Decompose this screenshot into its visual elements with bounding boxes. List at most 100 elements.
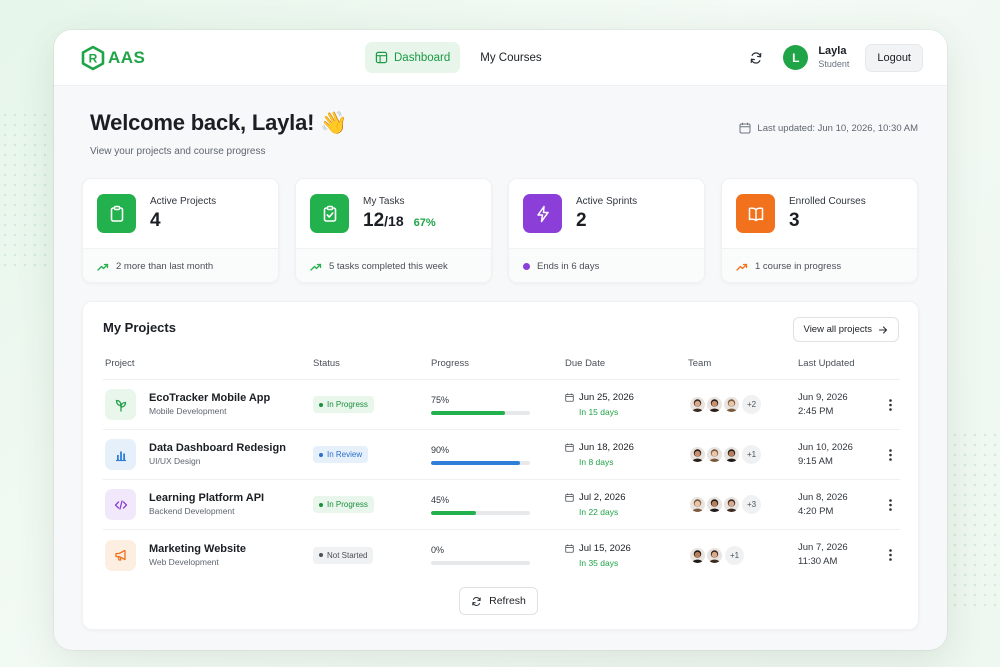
- team-avatars: +1: [688, 530, 744, 580]
- app-window: R AAS Dashboard My Courses L Layla Stude…: [54, 30, 947, 650]
- project-name[interactable]: Learning Platform API: [149, 491, 264, 506]
- more-actions-button[interactable]: [883, 545, 897, 565]
- kebab-menu-icon: [888, 398, 892, 411]
- stat-card-my-tasks[interactable]: My Tasks 12/18 67% 5 tasks completed this…: [295, 178, 492, 283]
- status-badge: In Review: [313, 446, 369, 463]
- stat-label: Active Sprints: [576, 195, 638, 207]
- progress-fill: [431, 460, 521, 465]
- status-badge: In Progress: [313, 496, 374, 513]
- progress-value: 75%: [431, 394, 450, 405]
- calendar-icon: [565, 543, 574, 553]
- user-avatar[interactable]: L: [783, 45, 809, 70]
- due-date: Jul 15, 2026: [579, 542, 631, 554]
- progress-value: 45%: [431, 494, 450, 505]
- project-name[interactable]: Data Dashboard Redesign: [149, 441, 286, 456]
- due-in: In 15 days: [579, 407, 619, 417]
- refresh-button[interactable]: Refresh: [459, 587, 538, 615]
- calendar-icon: [739, 122, 751, 134]
- stat-card-active-projects[interactable]: Active Projects 4 2 more than last month: [82, 178, 279, 283]
- team-more-count[interactable]: +1: [742, 445, 761, 464]
- trend-up-icon: [310, 263, 322, 271]
- updated-time: 4:20 PM: [798, 505, 834, 517]
- background-dots: [0, 110, 60, 270]
- logo[interactable]: R AAS: [80, 45, 145, 71]
- table-row-ecotracker-mobile-app[interactable]: EcoTracker Mobile App Mobile Development…: [103, 380, 900, 430]
- more-actions-button[interactable]: [883, 395, 897, 415]
- trend-up-icon: [97, 263, 109, 271]
- team-avatars: +1: [688, 430, 761, 479]
- progress-bar: [431, 460, 530, 465]
- stat-value-total: /18: [384, 212, 404, 229]
- updated-time: 2:45 PM: [798, 405, 834, 417]
- logout-button[interactable]: Logout: [865, 43, 923, 72]
- team-more-count[interactable]: +2: [742, 395, 761, 414]
- project-name[interactable]: Marketing Website: [149, 542, 246, 557]
- progress-bar: [431, 510, 530, 515]
- dashboard-icon: [375, 51, 388, 64]
- table-row-marketing-website[interactable]: Marketing Website Web Development Not St…: [103, 530, 900, 580]
- leaf-icon: [105, 389, 136, 420]
- col-team: Team: [688, 358, 712, 369]
- main-nav: Dashboard My Courses: [365, 42, 552, 73]
- stat-label: Active Projects: [150, 195, 217, 207]
- logo-hex-icon: R: [81, 45, 105, 70]
- due-in: In 22 days: [579, 507, 619, 517]
- project-name[interactable]: EcoTracker Mobile App: [149, 391, 270, 406]
- stat-percent: 67%: [413, 216, 436, 229]
- updated-date: Jun 9, 2026: [798, 391, 848, 403]
- updated-time: 11:30 AM: [798, 556, 838, 567]
- kebab-menu-icon: [888, 549, 892, 561]
- kebab-menu-icon: [888, 448, 892, 461]
- megaphone-icon: [105, 539, 136, 571]
- more-actions-button[interactable]: [883, 495, 897, 515]
- more-actions-button[interactable]: [883, 445, 897, 465]
- welcome-section: Welcome back, Layla! 👋 View your project…: [90, 110, 348, 157]
- refresh-icon: [472, 596, 481, 606]
- svg-text:R: R: [89, 51, 98, 65]
- team-avatar[interactable]: [722, 495, 741, 514]
- stat-footer: 5 tasks completed this week: [329, 261, 448, 272]
- user-name: Layla: [818, 45, 847, 57]
- status-dot-icon: [523, 263, 530, 270]
- progress-value: 90%: [431, 444, 450, 455]
- team-avatar[interactable]: [722, 445, 741, 464]
- progress-bar: [431, 410, 530, 415]
- due-in: In 8 days: [579, 457, 614, 467]
- table-row-data-dashboard-redesign[interactable]: Data Dashboard Redesign UI/UX Design In …: [103, 430, 900, 480]
- team-avatar[interactable]: [722, 395, 741, 414]
- team-more-count[interactable]: +3: [742, 495, 761, 514]
- last-updated: Last updated: Jun 10, 2026, 10:30 AM: [739, 122, 918, 134]
- stat-footer: 2 more than last month: [116, 261, 214, 272]
- team-avatars: +2: [688, 380, 761, 429]
- due-date: Jun 18, 2026: [579, 442, 634, 453]
- stats-row: Active Projects 4 2 more than last month…: [82, 178, 918, 283]
- bar-chart-icon: [105, 439, 136, 470]
- clipboard-check-icon: [310, 194, 349, 233]
- page-title: Welcome back, Layla! 👋: [90, 110, 348, 135]
- updated-date: Jun 8, 2026: [798, 491, 848, 503]
- projects-panel: My Projects View all projects Project St…: [82, 301, 919, 630]
- col-due-date: Due Date: [565, 358, 606, 369]
- last-updated-text: Last updated: Jun 10, 2026, 10:30 AM: [757, 122, 918, 134]
- view-all-projects-button[interactable]: View all projects: [792, 317, 899, 342]
- stat-value: 12: [363, 209, 385, 231]
- logo-text: AAS: [108, 47, 146, 67]
- project-category: Backend Development: [149, 506, 235, 517]
- col-project: Project: [105, 358, 135, 369]
- view-all-label: View all projects: [803, 324, 872, 335]
- project-category: Mobile Development: [149, 406, 227, 417]
- due-date: Jun 25, 2026: [579, 392, 634, 403]
- nav-dashboard[interactable]: Dashboard: [365, 42, 461, 73]
- table-header: Project Status Progress Due Date Team La…: [103, 358, 900, 380]
- table-row-learning-platform-api[interactable]: Learning Platform API Backend Developmen…: [103, 480, 900, 530]
- stat-value: 4: [150, 209, 161, 231]
- stat-footer: Ends in 6 days: [537, 261, 600, 272]
- sync-button[interactable]: [743, 45, 769, 71]
- team-avatar[interactable]: [705, 545, 724, 565]
- stat-card-enrolled-courses[interactable]: Enrolled Courses 3 1 course in progress: [721, 178, 918, 283]
- nav-my-courses-label: My Courses: [480, 51, 542, 64]
- nav-my-courses[interactable]: My Courses: [470, 42, 551, 73]
- project-category: UI/UX Design: [149, 456, 201, 467]
- team-more-count[interactable]: +1: [725, 545, 744, 565]
- stat-card-active-sprints[interactable]: Active Sprints 2 Ends in 6 days: [508, 178, 705, 283]
